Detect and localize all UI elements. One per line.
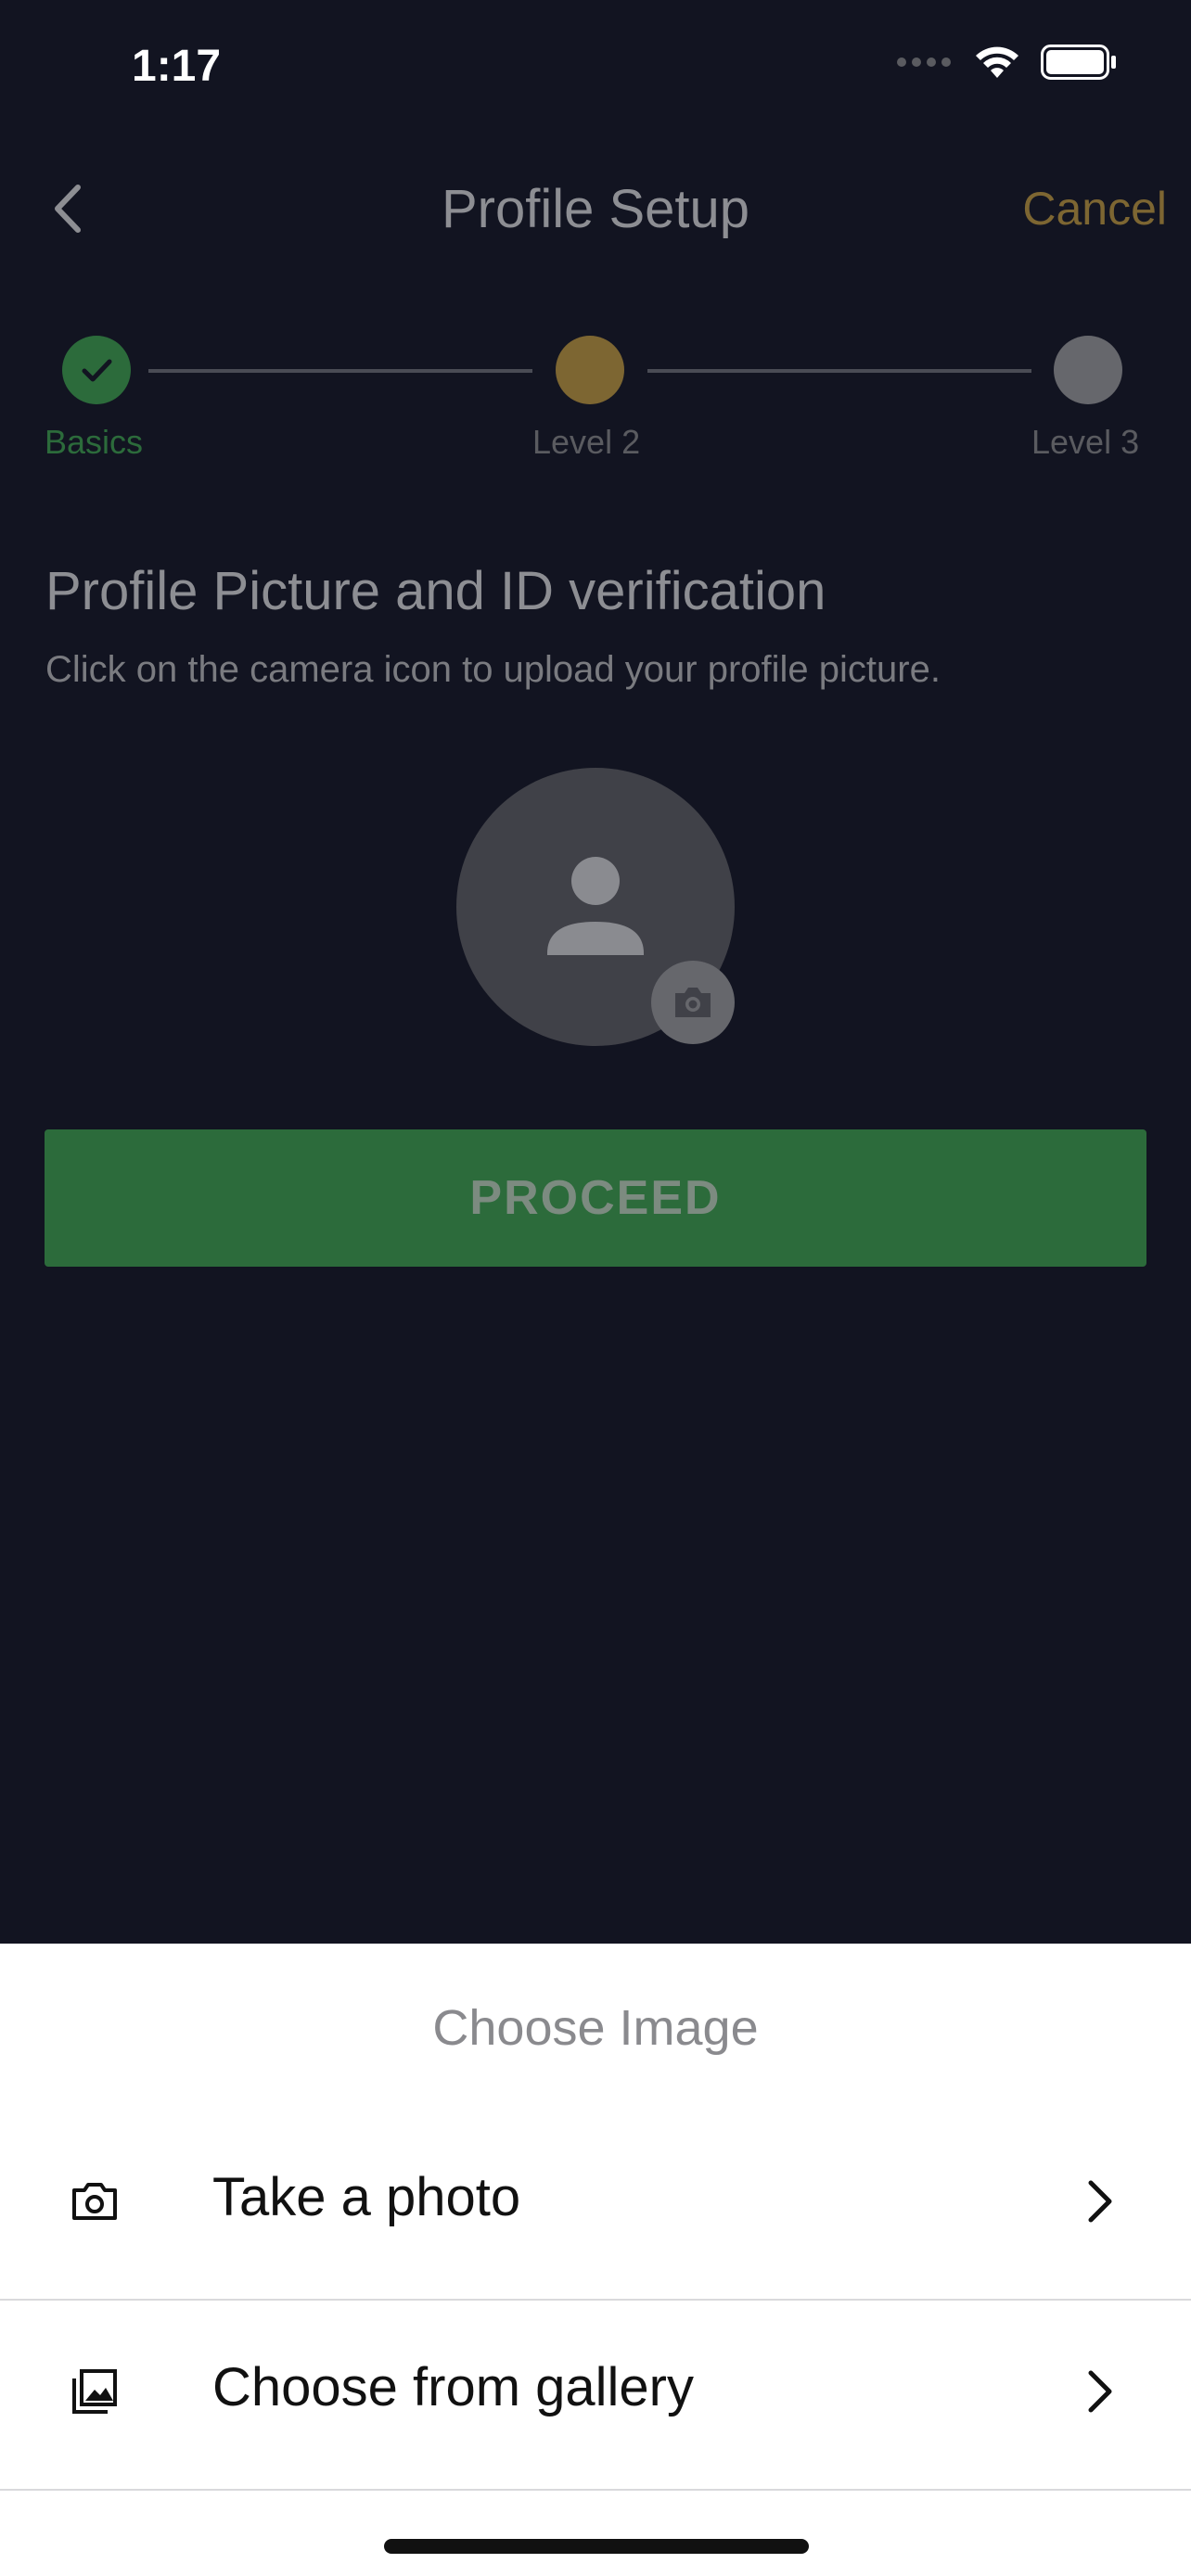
sheet-divider: [0, 2489, 1191, 2491]
home-indicator: [384, 2539, 809, 2554]
profile-setup-screen: 1:17 Profile Setup Cancel Basics Level 2…: [0, 0, 1191, 2576]
camera-upload-button[interactable]: [651, 961, 735, 1044]
wifi-icon: [976, 46, 1018, 78]
gallery-icon: [72, 2369, 117, 2414]
section-subtitle: Click on the camera icon to upload your …: [45, 649, 941, 690]
status-icons: [896, 45, 1117, 80]
chevron-right-icon: [1088, 2370, 1112, 2413]
cancel-button[interactable]: Cancel: [1022, 182, 1167, 236]
battery-icon: [1041, 45, 1116, 80]
step-connector: [647, 369, 1031, 373]
chevron-right-icon: [1088, 2180, 1112, 2223]
step-basics-dot: [62, 336, 131, 404]
signal-icon: [897, 57, 951, 67]
camera-icon: [72, 2183, 117, 2220]
progress-stepper: Basics Level 2 Level 3: [0, 325, 1191, 473]
camera-icon: [675, 988, 711, 1017]
step-basics-label: Basics: [45, 423, 144, 461]
checkmark-icon: [82, 359, 112, 382]
step-connector: [148, 369, 532, 373]
step-level2-dot: [556, 336, 624, 404]
step-level3-label: Level 3: [1031, 423, 1140, 461]
choose-image-sheet: Choose Image Take a photo Choose from ga…: [0, 1944, 1191, 2576]
status-time: 1:17: [132, 42, 222, 91]
choose-gallery-label: Choose from gallery: [212, 2357, 694, 2417]
nav-bar: Profile Setup Cancel: [0, 158, 1191, 260]
take-photo-option[interactable]: Take a photo: [0, 2109, 1191, 2298]
page-title: Profile Setup: [441, 179, 750, 239]
take-photo-label: Take a photo: [212, 2167, 521, 2227]
step-level2-label: Level 2: [532, 423, 641, 461]
status-bar: 1:17: [0, 0, 1191, 130]
section-title: Profile Picture and ID verification: [45, 561, 826, 621]
sheet-title: Choose Image: [432, 2000, 759, 2056]
proceed-button[interactable]: PROCEED: [45, 1129, 1146, 1267]
step-level3-dot: [1054, 336, 1122, 404]
choose-gallery-option[interactable]: Choose from gallery: [0, 2299, 1191, 2488]
